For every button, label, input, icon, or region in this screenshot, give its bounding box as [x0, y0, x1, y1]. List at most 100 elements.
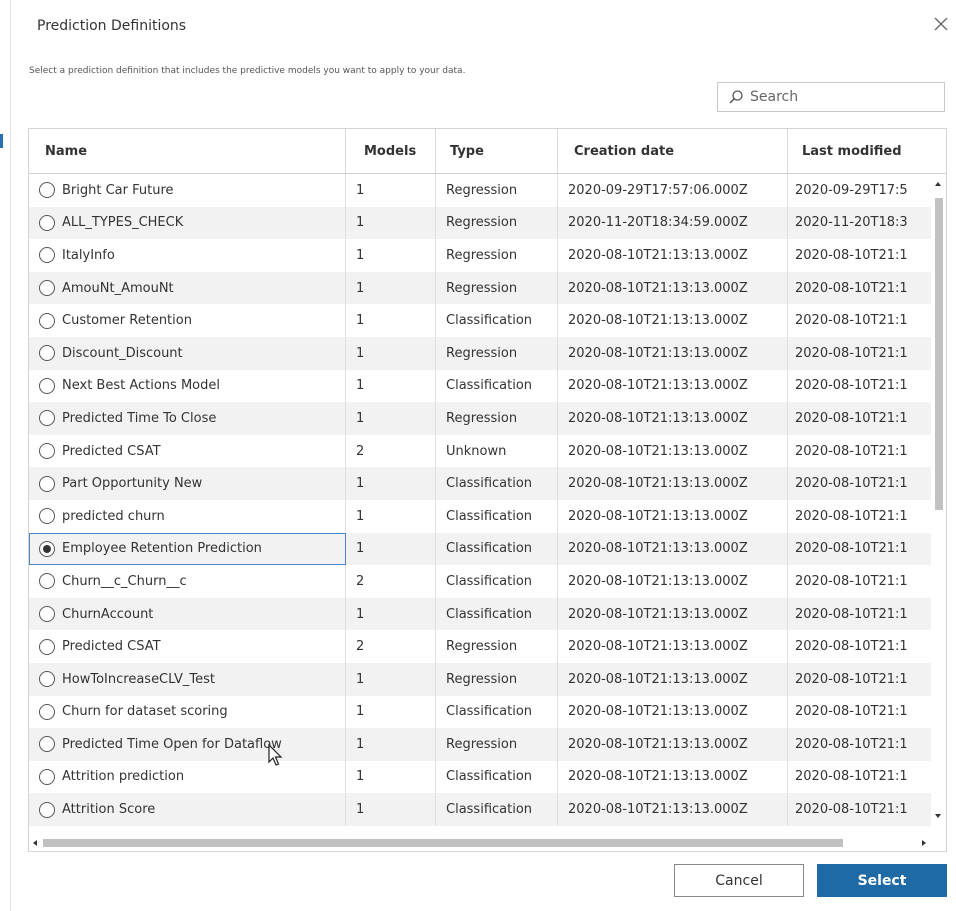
select-button[interactable]: Select	[817, 864, 947, 897]
table-row[interactable]: Next Best Actions Model 1 Classification 20…	[29, 369, 931, 403]
cell-name[interactable]: Part Opportunity New	[29, 467, 346, 500]
cell-name[interactable]: ALL_TYPES_CHECK	[29, 206, 346, 240]
column-header-last-modified[interactable]: Last modified	[788, 129, 946, 173]
column-header-name[interactable]: Name	[29, 129, 346, 173]
row-radio-button[interactable]	[39, 638, 55, 655]
cell-name[interactable]: Employee Retention Prediction	[29, 532, 346, 566]
cell-name[interactable]: ItalyInfo	[29, 239, 346, 272]
cell-name[interactable]: predicted churn	[29, 499, 346, 533]
scroll-up-icon[interactable]	[935, 182, 941, 186]
row-radio-button[interactable]	[39, 606, 55, 623]
table-row[interactable]: Part Opportunity New 1 Classification 2020-…	[29, 467, 931, 500]
cell-name[interactable]: AmouNt_AmouNt	[29, 271, 346, 305]
cell-name[interactable]: HowToIncreaseCLV_Test	[29, 662, 346, 696]
table-row[interactable]: AmouNt_AmouNt 1 Regression 2020-08-10T21:13…	[29, 271, 931, 305]
table-row[interactable]: Attrition prediction 1 Classification 2020-…	[29, 760, 931, 794]
cell-name[interactable]: Predicted CSAT	[29, 434, 346, 468]
table-row[interactable]: Bright Car Future 1 Regression 2020-09-29T1…	[29, 174, 931, 207]
cell-models: 1	[346, 336, 436, 370]
column-header-creation-date[interactable]: Creation date	[558, 129, 788, 173]
cell-name[interactable]: Attrition Score	[29, 793, 346, 826]
horizontal-scrollbar[interactable]	[29, 835, 946, 851]
row-radio-button[interactable]	[39, 377, 55, 394]
cell-last-modified: 2020-08-10T21:1	[795, 410, 908, 426]
cell-name[interactable]: Predicted Time Open for Dataflow	[29, 728, 346, 761]
table-row[interactable]: Discount_Discount 1 Regression 2020-08-10T2…	[29, 336, 931, 370]
table-row[interactable]: Predicted Time To Close 1 Regression 2020-0…	[29, 402, 931, 435]
column-header-models[interactable]: Models	[346, 129, 436, 173]
cell-models: 1	[346, 402, 436, 435]
table-row[interactable]: predicted churn 1 Classification 2020-08-10…	[29, 499, 931, 533]
table-row[interactable]: HowToIncreaseCLV_Test 1 Regression 2020-08-…	[29, 662, 931, 696]
cell-models: 1	[346, 467, 436, 500]
cell-name[interactable]: Bright Car Future	[29, 174, 346, 207]
row-radio-button[interactable]	[39, 768, 55, 785]
cell-models: 1	[346, 760, 436, 794]
vertical-scroll-thumb[interactable]	[935, 198, 943, 510]
row-radio-button[interactable]	[39, 182, 55, 199]
cell-type: Classification	[436, 467, 558, 500]
table-row[interactable]: ALL_TYPES_CHECK 1 Regression 2020-11-20T18:…	[29, 206, 931, 240]
cell-name[interactable]: Discount_Discount	[29, 336, 346, 370]
table-row[interactable]: Churn for dataset scoring 1 Classification…	[29, 695, 931, 729]
cell-name[interactable]: Churn for dataset scoring	[29, 695, 346, 729]
cell-name[interactable]: Predicted CSAT	[29, 630, 346, 663]
row-name-text: ItalyInfo	[62, 247, 115, 263]
cell-creation-date: 2020-08-10T21:13:13.000Z	[558, 402, 788, 435]
cell-name[interactable]: ChurnAccount	[29, 597, 346, 631]
cell-models: 1	[346, 793, 436, 826]
scroll-left-icon[interactable]	[33, 840, 37, 846]
row-radio-button[interactable]	[39, 801, 55, 818]
cell-creation-date: 2020-08-10T21:13:13.000Z	[558, 728, 788, 761]
row-radio-button[interactable]	[39, 671, 55, 688]
row-radio-button[interactable]	[39, 475, 55, 492]
column-header-type[interactable]: Type	[436, 129, 558, 173]
row-radio-button[interactable]	[39, 540, 55, 557]
table-row[interactable]: Predicted Time Open for Dataflow 1 Regress…	[29, 728, 931, 761]
cell-type: Classification	[436, 369, 558, 403]
cell-type: Regression	[436, 336, 558, 370]
table-row[interactable]: Churn__c_Churn__c 2 Classification 2020-08-…	[29, 565, 931, 598]
table-row[interactable]: ChurnAccount 1 Classification 2020-08-10T21…	[29, 597, 931, 631]
cell-models: 1	[346, 369, 436, 403]
table-row[interactable]: Predicted CSAT 2 Unknown 2020-08-10T21:13:1…	[29, 434, 931, 468]
scroll-right-icon[interactable]	[922, 840, 926, 846]
cell-last-modified: 2020-08-10T21:1	[795, 476, 908, 492]
row-radio-button[interactable]	[39, 703, 55, 720]
cell-type: Classification	[436, 532, 558, 566]
row-radio-button[interactable]	[39, 573, 55, 590]
cell-name[interactable]: Attrition prediction	[29, 760, 346, 794]
row-name-text: Attrition Score	[62, 802, 156, 818]
search-box[interactable]	[717, 82, 945, 112]
cell-last-modified: 2020-08-10T21:1	[795, 769, 908, 785]
cancel-button[interactable]: Cancel	[674, 864, 804, 897]
row-radio-button[interactable]	[39, 345, 55, 362]
table-row[interactable]: Predicted CSAT 2 Regression 2020-08-10T21:1…	[29, 630, 931, 663]
cell-name[interactable]: Customer Retention	[29, 304, 346, 337]
row-radio-button[interactable]	[39, 280, 55, 297]
row-name-text: AmouNt_AmouNt	[62, 280, 174, 296]
row-radio-button[interactable]	[39, 214, 55, 231]
row-radio-button[interactable]	[39, 736, 55, 753]
table-row[interactable]: ItalyInfo 1 Regression 2020-08-10T21:13:13.…	[29, 239, 931, 272]
table-header: Name Models Type Creation date Last modi…	[29, 129, 946, 174]
row-radio-button[interactable]	[39, 508, 55, 525]
cell-name[interactable]: Predicted Time To Close	[29, 402, 346, 435]
table-row[interactable]: Employee Retention Prediction 1 Classifica…	[29, 532, 931, 566]
vertical-scrollbar[interactable]	[931, 174, 946, 826]
cell-creation-date: 2020-08-10T21:13:13.000Z	[558, 760, 788, 794]
horizontal-scroll-thumb[interactable]	[43, 839, 843, 847]
cell-models: 1	[346, 662, 436, 696]
row-radio-button[interactable]	[39, 410, 55, 427]
table-row[interactable]: Customer Retention 1 Classification 2020-08…	[29, 304, 931, 337]
cell-name[interactable]: Churn__c_Churn__c	[29, 565, 346, 598]
row-radio-button[interactable]	[39, 247, 55, 264]
scroll-down-icon[interactable]	[935, 814, 941, 818]
row-radio-button[interactable]	[39, 443, 55, 460]
cell-name[interactable]: Next Best Actions Model	[29, 369, 346, 403]
search-input[interactable]	[748, 88, 942, 106]
row-radio-button[interactable]	[39, 312, 55, 329]
background-accent-mark	[0, 134, 3, 148]
close-icon[interactable]	[931, 14, 951, 34]
table-row[interactable]: Attrition Score 1 Classification 2020-08-10…	[29, 793, 931, 826]
